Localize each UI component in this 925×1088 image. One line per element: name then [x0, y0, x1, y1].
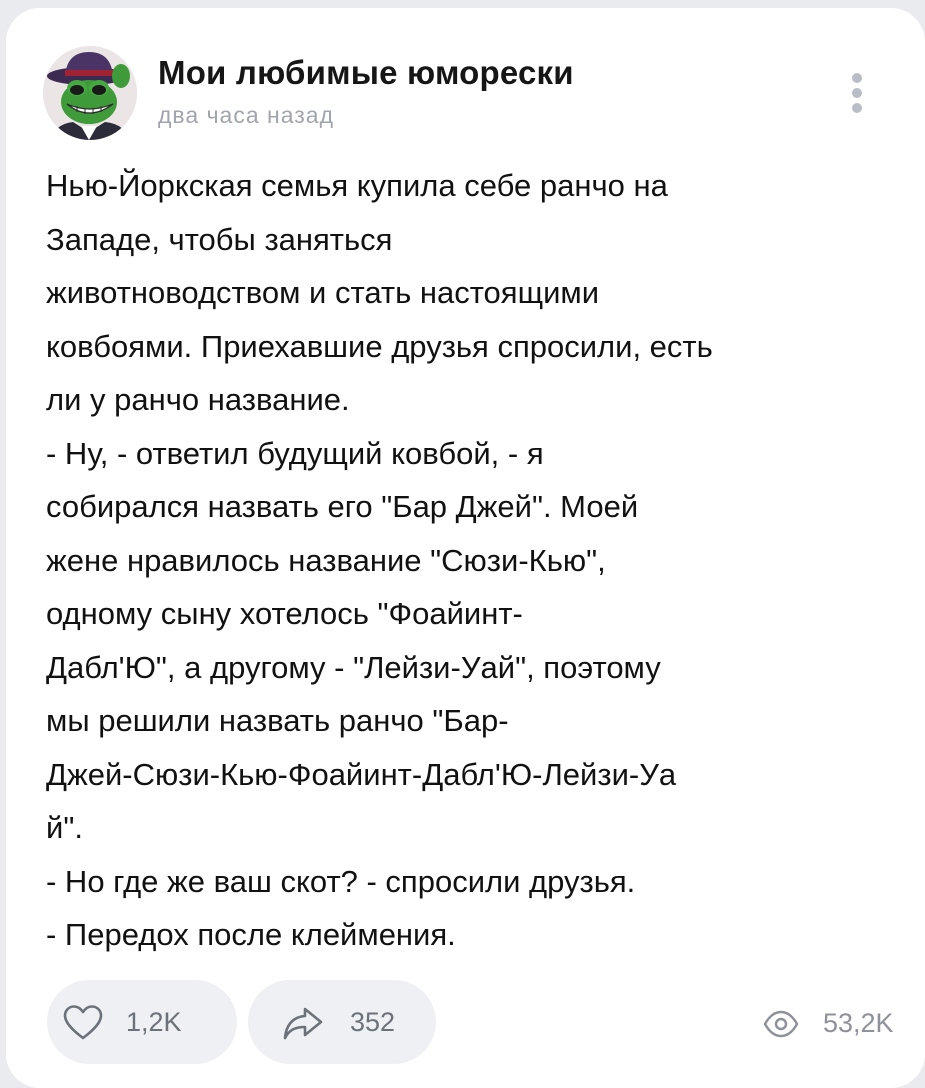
post-text-line: - Но где же ваш скот? - спросили друзья. [46, 863, 636, 899]
post-text-line: Нью-Йоркская семья купила себе ранчо на [46, 168, 668, 203]
post-text-line: - Ну, - ответил будущий ковбой, - я [46, 435, 544, 471]
eye-icon [763, 1010, 799, 1038]
like-button[interactable]: 1,2K [47, 980, 237, 1064]
post-text-line: Дабл'Ю", а другому - "Лейзи-Уай", поэтом… [46, 649, 661, 685]
post-text-line: одному сыну хотелось "Фоайинт- [46, 596, 523, 631]
avatar[interactable] [43, 46, 137, 140]
vertical-dots-icon[interactable] [844, 70, 870, 122]
share-button[interactable]: 352 [248, 980, 436, 1064]
post-text-line: собирался назвать его "Бар Джей". Моей [46, 489, 639, 524]
post-text-line: жене нравилось название "Сюзи-Кью", [46, 542, 606, 578]
post-body: Нью-Йоркская семья купила себе ранчо на … [46, 159, 896, 962]
share-count: 352 [350, 1007, 396, 1037]
like-count: 1,2K [126, 1007, 182, 1037]
post-text-line: ковбоями. Приехавшие друзья спросили, ес… [46, 328, 713, 364]
post-text-line: Джей-Сюзи-Кью-Фоайинт-Дабл'Ю-Лейзи-Уа [46, 756, 677, 792]
frog-avatar-image [43, 46, 137, 140]
post-text-line: ли у ранчо название. [46, 382, 350, 417]
heart-outline-icon [63, 1005, 103, 1040]
post-timestamp: два часа назад [158, 102, 335, 128]
post-text-line: мы решили назвать ранчо "Бар- [46, 703, 509, 738]
post-text-line: й". [46, 810, 83, 845]
channel-name[interactable]: Мои любимые юморески [158, 54, 574, 92]
share-arrow-icon [283, 1007, 323, 1040]
post-text-line: - Передох после клеймения. [46, 917, 456, 952]
post-text-line: Западе, чтобы заняться [46, 221, 393, 257]
post-card: Мои любимые юморески два часа назад Нью-… [6, 8, 925, 1088]
post-text-line: животноводством и стать настоящими [46, 275, 600, 310]
views-count: 53,2K [823, 1008, 894, 1038]
